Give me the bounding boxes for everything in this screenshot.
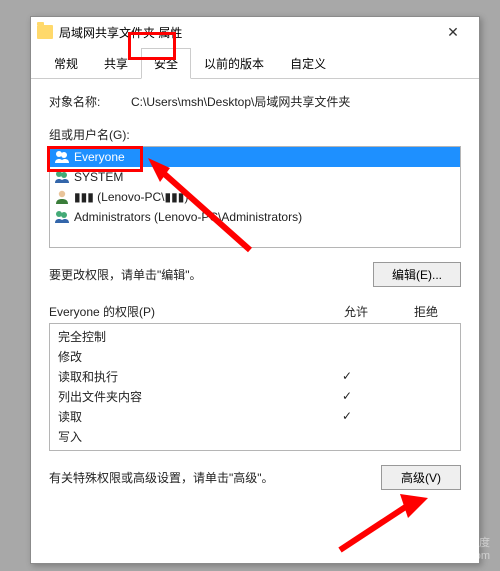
users-icon	[54, 149, 70, 165]
object-name-value: C:\Users\msh\Desktop\局域网共享文件夹	[131, 93, 350, 110]
group-item-everyone[interactable]: Everyone	[50, 147, 460, 167]
object-name-label: 对象名称:	[49, 93, 131, 110]
perm-row[interactable]: 读取✓	[50, 406, 460, 426]
group-item-label: Everyone	[74, 150, 125, 164]
tab-security[interactable]: 安全	[141, 48, 191, 79]
edit-button[interactable]: 编辑(E)...	[373, 262, 461, 287]
tab-strip: 常规 共享 安全 以前的版本 自定义	[31, 47, 479, 79]
advanced-hint: 有关特殊权限或高级设置，请单击"高级"。	[49, 469, 381, 486]
watermark-logo: Bai❀百度	[401, 537, 490, 550]
perm-name: 写入	[58, 428, 312, 445]
group-item-system[interactable]: SYSTEM	[50, 167, 460, 187]
watermark-url: jingyan.baidu.com	[401, 550, 490, 563]
close-button[interactable]: ✕	[433, 19, 473, 45]
perm-allow-header: 允许	[321, 303, 391, 320]
object-name-row: 对象名称: C:\Users\msh\Desktop\局域网共享文件夹	[49, 93, 461, 110]
perm-name: 读取和执行	[58, 368, 312, 385]
advanced-button[interactable]: 高级(V)	[381, 465, 461, 490]
group-item-admins[interactable]: Administrators (Lenovo-PC\Administrators…	[50, 207, 460, 227]
perm-row[interactable]: 列出文件夹内容✓	[50, 386, 460, 406]
groups-listbox[interactable]: Everyone SYSTEM ▮▮▮ (Lenovo-PC\▮▮▮) Admi…	[49, 146, 461, 248]
groups-label: 组或用户名(G):	[49, 126, 461, 143]
perm-name: 列出文件夹内容	[58, 388, 312, 405]
perm-name: 修改	[58, 348, 312, 365]
window-title: 局域网共享文件夹 属性	[59, 24, 433, 41]
perm-row[interactable]: 修改	[50, 346, 460, 366]
group-item-label: SYSTEM	[74, 170, 123, 184]
perm-row[interactable]: 写入	[50, 426, 460, 446]
perm-name: 读取	[58, 408, 312, 425]
tab-content: 对象名称: C:\Users\msh\Desktop\局域网共享文件夹 组或用户…	[31, 79, 479, 506]
user-icon	[54, 189, 70, 205]
watermark: Bai❀百度 jingyan.baidu.com	[401, 537, 490, 563]
perm-header-label: Everyone 的权限(P)	[49, 303, 321, 320]
perm-row[interactable]: 完全控制	[50, 326, 460, 346]
advanced-row: 有关特殊权限或高级设置，请单击"高级"。 高级(V)	[49, 465, 461, 490]
edit-row: 要更改权限，请单击"编辑"。 编辑(E)...	[49, 262, 461, 287]
tab-general[interactable]: 常规	[41, 48, 91, 79]
titlebar: 局域网共享文件夹 属性 ✕	[31, 17, 479, 47]
group-item-label: Administrators (Lenovo-PC\Administrators…	[74, 210, 302, 224]
tab-previous[interactable]: 以前的版本	[191, 48, 277, 79]
permissions-listbox[interactable]: 完全控制 修改 读取和执行✓ 列出文件夹内容✓ 读取✓ 写入	[49, 323, 461, 451]
properties-dialog: 局域网共享文件夹 属性 ✕ 常规 共享 安全 以前的版本 自定义 对象名称: C…	[30, 16, 480, 564]
users-icon	[54, 209, 70, 225]
perm-row[interactable]: 读取和执行✓	[50, 366, 460, 386]
perm-name: 完全控制	[58, 328, 312, 345]
edit-hint: 要更改权限，请单击"编辑"。	[49, 266, 373, 283]
perm-allow-check: ✓	[312, 389, 382, 403]
tab-sharing[interactable]: 共享	[91, 48, 141, 79]
tab-custom[interactable]: 自定义	[277, 48, 339, 79]
perm-header: Everyone 的权限(P) 允许 拒绝	[49, 303, 461, 320]
perm-allow-check: ✓	[312, 369, 382, 383]
folder-icon	[37, 25, 53, 39]
perm-allow-check: ✓	[312, 409, 382, 423]
perm-deny-header: 拒绝	[391, 303, 461, 320]
group-item-label: ▮▮▮ (Lenovo-PC\▮▮▮)	[74, 190, 188, 204]
group-item-user[interactable]: ▮▮▮ (Lenovo-PC\▮▮▮)	[50, 187, 460, 207]
users-icon	[54, 169, 70, 185]
